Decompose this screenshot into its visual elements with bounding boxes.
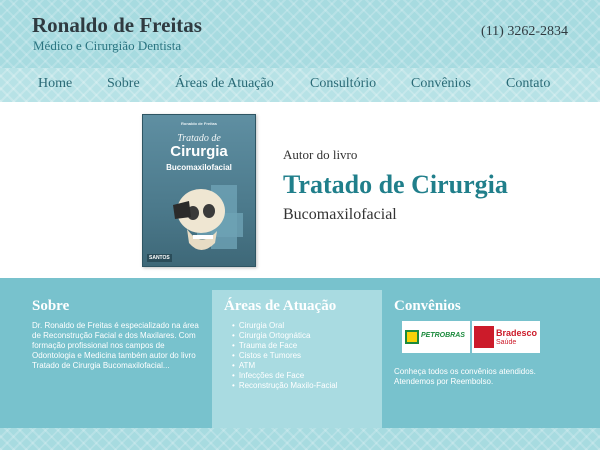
list-item[interactable]: Cistos e Tumores <box>232 351 382 361</box>
list-item[interactable]: Infecções de Face <box>232 371 382 381</box>
site-header: Ronaldo de Freitas Médico e Cirurgião De… <box>0 0 600 68</box>
list-item[interactable]: Cirurgia Oral <box>232 321 382 331</box>
nav-convenios[interactable]: Convênios <box>411 76 471 92</box>
convenios-column: Convênios PETROBRAS Bradesco Saúde Conhe… <box>382 290 578 428</box>
bradesco-sub-label: Saúde <box>496 339 517 346</box>
nav-consultorio[interactable]: Consultório <box>310 76 376 92</box>
book-cover-author: Ronaldo de Freitas <box>180 121 217 126</box>
petrobras-logo[interactable]: PETROBRAS <box>402 321 470 353</box>
sobre-text: Dr. Ronaldo de Freitas é especializado n… <box>32 321 199 370</box>
book-cover-line3: Bucomaxilofacial <box>166 163 232 172</box>
convenios-text: Conheça todos os convênios atendidos. At… <box>394 367 536 386</box>
areas-heading[interactable]: Áreas de Atuação <box>224 298 382 315</box>
book-cover-image: Ronaldo de Freitas Tratado de Cirurgia B… <box>142 114 256 267</box>
sobre-heading[interactable]: Sobre <box>22 298 212 315</box>
hero-subtitle: Bucomaxilofacial <box>283 206 397 223</box>
nav-contato[interactable]: Contato <box>506 76 550 92</box>
petrobras-label: PETROBRAS <box>421 332 465 339</box>
convenios-heading[interactable]: Convênios <box>394 298 578 315</box>
areas-list: Cirurgia Oral Cirurgia Ortognática Traum… <box>224 321 382 391</box>
skull-icon <box>173 185 243 250</box>
hero-section: Ronaldo de Freitas Tratado de Cirurgia B… <box>0 102 600 278</box>
sobre-column: Sobre Dr. Ronaldo de Freitas é especiali… <box>22 290 212 428</box>
phone-number: (11) 3262-2834 <box>481 24 568 39</box>
list-item[interactable]: Trauma de Face <box>232 341 382 351</box>
site-title[interactable]: Ronaldo de Freitas <box>32 13 202 38</box>
areas-column: Áreas de Atuação Cirurgia Oral Cirurgia … <box>212 290 382 428</box>
nav-home[interactable]: Home <box>38 76 72 92</box>
book-cover-line2: Cirurgia <box>170 143 228 160</box>
list-item[interactable]: Cirurgia Ortognática <box>232 331 382 341</box>
bradesco-saude-logo[interactable]: Bradesco Saúde <box>472 321 540 353</box>
main-nav: Home Sobre Áreas de Atuação Consultório … <box>0 68 600 102</box>
book-publisher: SANTOS <box>147 254 172 262</box>
convenios-logos: PETROBRAS Bradesco Saúde <box>394 321 578 353</box>
petrobras-mark-icon <box>405 330 419 344</box>
site-subtitle: Médico e Cirurgião Dentista <box>33 38 182 53</box>
list-item[interactable]: Reconstrução Maxilo-Facial <box>232 381 382 391</box>
list-item[interactable]: ATM <box>232 361 382 371</box>
nav-sobre[interactable]: Sobre <box>107 76 140 92</box>
bradesco-mark-icon <box>474 326 494 348</box>
hero-title[interactable]: Tratado de Cirurgia <box>283 170 508 200</box>
nav-areas-de-atuacao[interactable]: Áreas de Atuação <box>175 76 274 92</box>
hero-kicker: Autor do livro <box>283 147 358 162</box>
bottom-strip <box>0 428 600 450</box>
bradesco-label: Bradesco <box>496 328 538 338</box>
